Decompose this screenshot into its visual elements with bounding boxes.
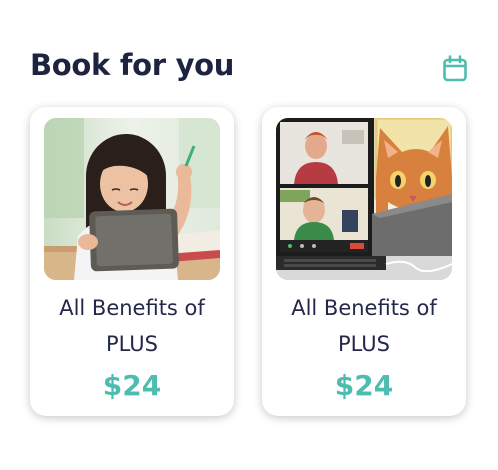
- card-title-line2: PLUS: [105, 332, 159, 356]
- card-price: $24: [102, 369, 162, 402]
- card-price: $24: [334, 369, 394, 402]
- section-title: Book for you: [30, 48, 235, 82]
- card-title-line1: All Benefits of: [291, 296, 437, 320]
- girl-with-tablet-photo: [44, 118, 220, 280]
- video-call-laptop-cat-illustration: [276, 118, 452, 280]
- card-title-line1: All Benefits of: [59, 296, 205, 320]
- calendar-button[interactable]: [441, 55, 469, 87]
- book-card[interactable]: All Benefits of PLUS $24: [262, 107, 466, 416]
- calendar-icon: [442, 55, 468, 87]
- card-title-line2: PLUS: [337, 332, 391, 356]
- book-card[interactable]: All Benefits of PLUS $24: [30, 107, 234, 416]
